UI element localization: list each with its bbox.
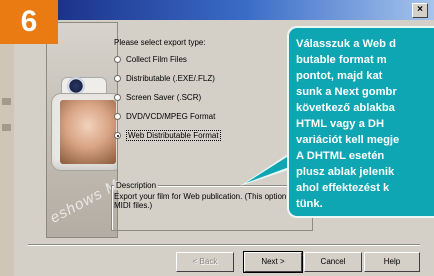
option-label: Screen Saver (.SCR)	[126, 93, 202, 102]
callout-line: következő ablakba	[296, 102, 395, 114]
camera-body	[51, 93, 117, 171]
option-distributable[interactable]: Distributable (.EXE/.FLZ)	[114, 74, 215, 83]
option-label: Web Distributable Format	[126, 130, 221, 141]
callout-line: HTML vagy a DH	[296, 118, 385, 130]
radio-button[interactable]	[114, 56, 121, 63]
step-number-badge: 6	[0, 0, 58, 44]
radio-button[interactable]	[114, 113, 121, 120]
callout-line: pontot, majd kat	[296, 70, 383, 82]
callout-line: A DHTML esetén	[296, 150, 385, 162]
option-label: DVD/VCD/MPEG Format	[126, 112, 216, 121]
description-text: Export your film for Web publication. (T…	[114, 192, 294, 210]
callout-line: tünk.	[296, 198, 323, 210]
title-bar: ×	[14, 0, 434, 20]
button-separator	[28, 244, 420, 246]
image-watermark: eshows M	[47, 176, 118, 227]
radio-button-selected[interactable]	[114, 132, 121, 139]
option-label: Distributable (.EXE/.FLZ)	[126, 74, 215, 83]
tutorial-callout: Válasszuk a Web d butable format m ponto…	[287, 26, 434, 218]
export-type-prompt: Please select export type:	[114, 38, 206, 47]
help-button[interactable]: Help	[364, 252, 420, 272]
cancel-button[interactable]: Cancel	[304, 252, 362, 272]
radio-button[interactable]	[114, 75, 121, 82]
option-web-distributable[interactable]: Web Distributable Format	[114, 130, 221, 141]
radio-button[interactable]	[114, 94, 121, 101]
close-button[interactable]: ×	[412, 3, 428, 18]
wizard-image: eshows M	[46, 22, 118, 238]
callout-line: plusz ablak jelenik	[296, 166, 395, 178]
callout-line: butable format m	[296, 54, 387, 66]
camera-screen-photo	[60, 100, 116, 164]
next-button[interactable]: Next >	[243, 251, 303, 273]
option-collect-film-files[interactable]: Collect Film Files	[114, 55, 187, 64]
option-dvd-vcd-mpeg[interactable]: DVD/VCD/MPEG Format	[114, 112, 215, 121]
option-label: Collect Film Files	[126, 55, 187, 64]
page-edge-mark	[2, 124, 11, 131]
callout-line: variációt kell megje	[296, 134, 400, 146]
description-title: Description	[114, 181, 159, 190]
callout-line: Válasszuk a Web d	[296, 38, 396, 50]
callout-line: ahol effektezést k	[296, 182, 390, 194]
back-button[interactable]: < Back	[176, 252, 234, 272]
option-screen-saver[interactable]: Screen Saver (.SCR)	[114, 93, 201, 102]
callout-line: sunk a Next gombr	[296, 86, 397, 98]
page-edge-mark	[2, 98, 11, 105]
